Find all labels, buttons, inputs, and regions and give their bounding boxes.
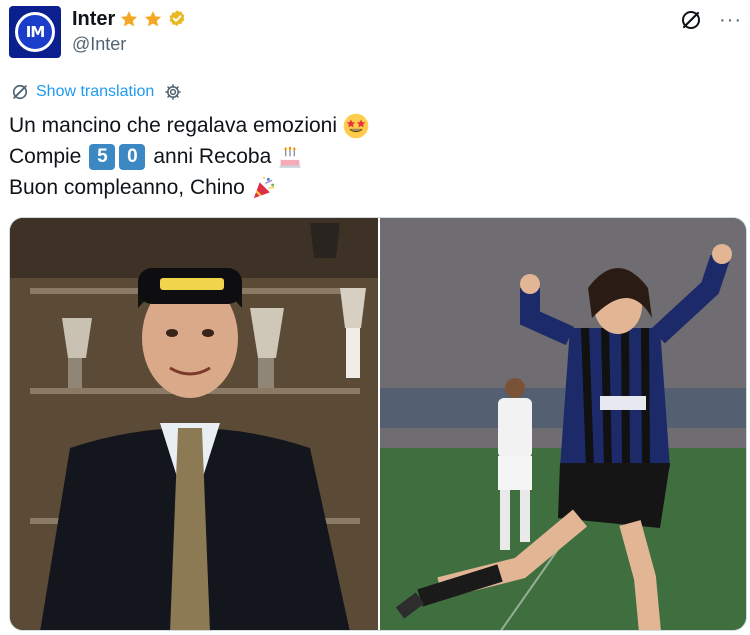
keycap-0: 0 xyxy=(119,143,146,170)
star-icon xyxy=(145,11,162,27)
star-struck-emoji xyxy=(343,113,369,138)
tweet-line-3: Buon compleanno, Chino xyxy=(9,172,369,203)
more-options-icon[interactable]: ··· xyxy=(719,10,742,30)
author-name-row: Inter xyxy=(72,6,187,32)
photo-recoba-celebration[interactable] xyxy=(380,218,746,630)
celebration-illustration xyxy=(380,218,746,630)
tweet-line-3-text: Buon compleanno, Chino xyxy=(9,176,245,199)
translation-row: Show translation xyxy=(10,82,182,102)
verified-badge-icon xyxy=(170,10,185,27)
tweet-media-grid xyxy=(9,217,747,631)
avatar[interactable]: IM xyxy=(9,6,61,58)
tweet-text: Un mancino che regalava emozioni Compie … xyxy=(9,110,369,203)
tweet-line-2-prefix: Compie xyxy=(9,145,82,168)
inter-logo-icon: IM xyxy=(15,12,55,52)
star-icon xyxy=(121,11,138,27)
tweet-line-2-suffix: anni Recoba xyxy=(153,145,272,168)
photo-recoba-portrait[interactable] xyxy=(10,218,378,630)
portrait-illustration xyxy=(10,218,378,630)
show-translation-link[interactable]: Show translation xyxy=(36,83,154,101)
display-name[interactable]: Inter xyxy=(72,8,115,31)
account-handle[interactable]: @Inter xyxy=(72,34,126,55)
grok-icon[interactable] xyxy=(679,8,703,32)
party-popper-emoji xyxy=(253,176,275,198)
gear-icon[interactable] xyxy=(164,83,182,101)
tweet-line-1: Un mancino che regalava emozioni xyxy=(9,110,369,141)
tweet-line-2: Compie 5 0 anni Recoba xyxy=(9,141,369,172)
keycap-5: 5 xyxy=(89,143,116,170)
tweet-line-1-text: Un mancino che regalava emozioni xyxy=(9,114,338,137)
header-actions: ··· xyxy=(679,8,742,32)
grok-translate-icon xyxy=(12,84,28,100)
birthday-cake-emoji xyxy=(279,146,302,168)
